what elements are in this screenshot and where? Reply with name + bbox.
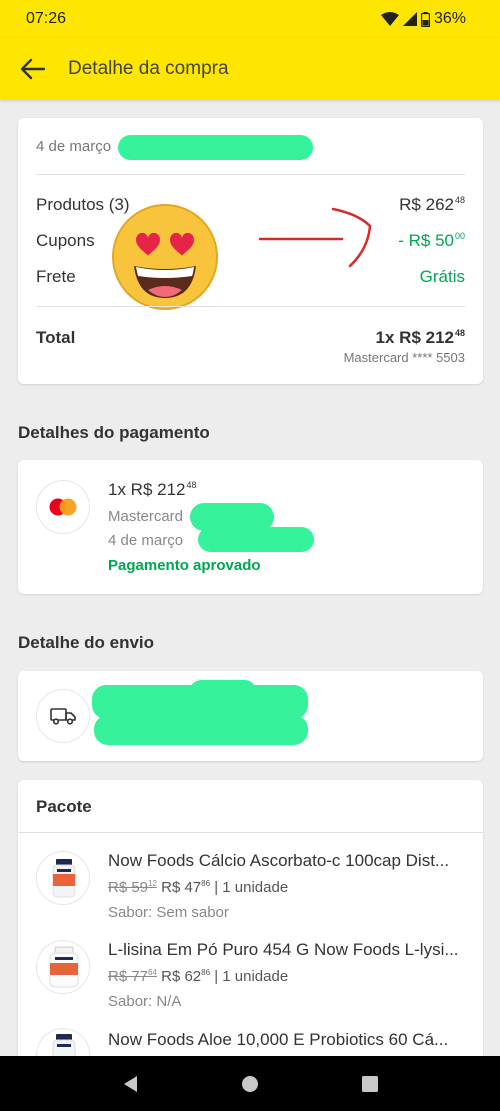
product-price: R$ 5912 R$ 4786 | 1 unidade	[108, 879, 289, 896]
payment-amount: 1x R$ 21248	[108, 480, 197, 499]
product-title[interactable]: Now Foods Aloe 10,000 E Probiotics 60 Cá…	[108, 1030, 468, 1050]
payment-card-name: Mastercard	[108, 508, 184, 525]
back-arrow-icon[interactable]	[18, 57, 46, 81]
product-price: R$ 7764 R$ 6286 | 1 unidade	[108, 968, 289, 985]
wifi-icon	[380, 12, 399, 26]
shipping-section-title: Detalhe do envio	[18, 633, 155, 652]
battery-level: 36%	[433, 10, 466, 27]
total-card-info: Mastercard **** 5503	[343, 350, 465, 365]
battery-icon	[420, 11, 430, 27]
divider	[18, 832, 483, 833]
redaction-mark	[190, 680, 256, 702]
status-bar: 07:26 36%	[0, 0, 500, 38]
payment-date: 4 de março	[108, 532, 184, 549]
shipping-label: Frete	[36, 267, 76, 286]
page-title: Detalhe da compra	[68, 58, 229, 79]
redaction-mark	[94, 715, 308, 745]
package-card: Pacote Now Foods Cálcio Ascorbato-c 100c…	[18, 780, 483, 1082]
coupons-row: Cupons - R$ 5000	[36, 231, 465, 251]
payment-status: Pagamento aprovado	[108, 557, 261, 574]
coupons-label: Cupons	[36, 231, 95, 250]
redaction-mark	[118, 135, 313, 160]
redaction-mark	[198, 527, 314, 552]
status-icons: 36%	[380, 10, 466, 28]
divider	[36, 174, 465, 175]
truck-icon	[36, 689, 90, 743]
app-bar: Detalhe da compra	[0, 38, 500, 100]
total-label: Total	[36, 328, 76, 347]
nav-recents-icon[interactable]	[361, 1075, 379, 1093]
product-flavor: Sabor: N/A	[108, 993, 182, 1010]
mastercard-icon	[36, 480, 90, 534]
payment-card[interactable]: 1x R$ 21248 Mastercard 4 de março Pagame…	[18, 460, 483, 594]
product-thumbnail[interactable]	[36, 851, 90, 905]
purchase-date: 4 de março	[36, 138, 112, 155]
shipping-value: Grátis	[419, 267, 465, 286]
coupons-value: - R$ 5000	[398, 231, 465, 250]
product-thumbnail[interactable]	[36, 940, 90, 994]
total-row: Total 1x R$ 21248	[36, 328, 465, 348]
status-time: 07:26	[26, 10, 67, 27]
shipping-row: Frete Grátis	[36, 267, 465, 287]
total-value: 1x R$ 21248	[375, 328, 465, 347]
nav-home-icon[interactable]	[241, 1075, 259, 1093]
package-title: Pacote	[36, 797, 92, 816]
shipping-card[interactable]	[18, 671, 483, 761]
payment-section-title: Detalhes do pagamento	[18, 423, 210, 442]
products-value: R$ 26248	[399, 195, 465, 214]
product-flavor: Sabor: Sem sabor	[108, 904, 229, 921]
heart-eyes-emoji-icon	[112, 204, 218, 310]
product-title[interactable]: Now Foods Cálcio Ascorbato-c 100cap Dist…	[108, 851, 468, 871]
system-nav-bar	[0, 1056, 500, 1111]
red-arrow-annotation	[258, 207, 372, 268]
divider	[36, 306, 465, 307]
nav-back-icon[interactable]	[121, 1074, 139, 1094]
product-title[interactable]: L-lisina Em Pó Puro 454 G Now Foods L-ly…	[108, 940, 468, 960]
signal-icon	[402, 12, 417, 26]
purchase-summary-card: 4 de março Produtos (3) R$ 26248 Cupons …	[18, 118, 483, 384]
products-row: Produtos (3) R$ 26248	[36, 195, 465, 215]
